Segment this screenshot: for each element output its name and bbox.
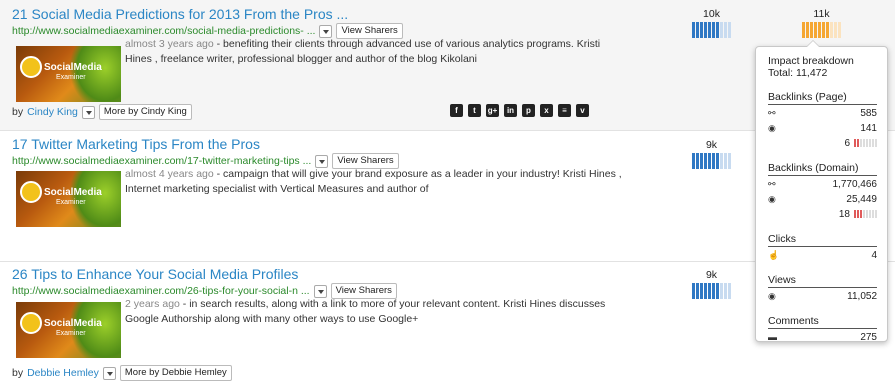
views-heading: Views bbox=[768, 274, 877, 288]
views-row: ◉ 11,052 bbox=[768, 290, 877, 302]
result-url[interactable]: http://www.socialmediaexaminer.com/26-ti… bbox=[12, 285, 310, 297]
result-title[interactable]: 26 Tips to Enhance Your Social Media Pro… bbox=[12, 266, 298, 282]
result-snippet: almost 3 years ago - benefiting their cl… bbox=[125, 38, 601, 65]
impact-breakdown-popup: Impact breakdown Total: 11,472 Backlinks… bbox=[755, 40, 888, 343]
eye-icon: ◉ bbox=[768, 290, 776, 301]
result-thumbnail[interactable]: SocialMedia Examiner bbox=[16, 46, 121, 102]
hand-pointer-icon: ☝ bbox=[768, 249, 780, 260]
linkedin-icon[interactable]: in bbox=[504, 104, 517, 117]
result-thumbnail[interactable]: SocialMedia Examiner bbox=[16, 171, 121, 227]
author-link[interactable]: Cindy King bbox=[27, 106, 78, 118]
author-link[interactable]: Debbie Hemley bbox=[27, 367, 99, 379]
backlinks-domain-other: 18 bbox=[768, 207, 877, 221]
metric-blue[interactable]: 9k bbox=[692, 269, 731, 299]
link-icon: ⚯ bbox=[768, 178, 776, 189]
play-icon: ◉ bbox=[768, 122, 776, 133]
more-by-author-button[interactable]: More by Cindy King bbox=[98, 104, 192, 120]
xing-icon[interactable]: x bbox=[540, 104, 553, 117]
result-snippet: 2 years ago - in search results, along w… bbox=[125, 298, 606, 325]
byline: by Cindy King More by Cindy King bbox=[12, 104, 192, 120]
clicks-row: ☝ 4 bbox=[768, 249, 877, 261]
comments-row: ▬ 275 bbox=[768, 331, 877, 343]
buffer-icon[interactable]: ≡ bbox=[558, 104, 571, 117]
logo-icon bbox=[20, 312, 42, 334]
result-url[interactable]: http://www.socialmediaexaminer.com/17-tw… bbox=[12, 155, 311, 167]
result-thumbnail[interactable]: SocialMedia Examiner bbox=[16, 302, 121, 358]
backlinks-page-other: 6 bbox=[768, 136, 877, 150]
mini-bars bbox=[854, 210, 877, 218]
metric-bars bbox=[692, 283, 731, 299]
more-by-author-button[interactable]: More by Debbie Hemley bbox=[119, 365, 232, 381]
google-plus-icon[interactable]: g+ bbox=[486, 104, 499, 117]
result-title[interactable]: 21 Social Media Predictions for 2013 Fro… bbox=[12, 6, 348, 22]
facebook-icon[interactable]: f bbox=[450, 104, 463, 117]
share-icons: f t g+ in p x ≡ v bbox=[450, 104, 589, 117]
popup-total: Total: 11,472 bbox=[768, 67, 828, 79]
metric-blue[interactable]: 9k bbox=[692, 139, 731, 169]
result-snippet: almost 4 years ago - campaign that will … bbox=[125, 168, 622, 195]
logo-icon bbox=[20, 56, 42, 78]
url-dropdown-button[interactable] bbox=[313, 284, 327, 298]
mini-bars bbox=[854, 139, 877, 147]
metric-orange[interactable]: 11k bbox=[802, 8, 841, 38]
popup-title: Impact breakdown bbox=[768, 55, 854, 67]
backlinks-domain-heading: Backlinks (Domain) bbox=[768, 162, 877, 176]
author-dropdown-button[interactable] bbox=[81, 105, 95, 119]
backlinks-page-pages: ◉ 141 bbox=[768, 122, 877, 134]
logo-icon bbox=[20, 181, 42, 203]
metric-blue[interactable]: 10k bbox=[692, 8, 731, 38]
backlinks-page-links: ⚯ 585 bbox=[768, 107, 877, 119]
metric-bars bbox=[802, 22, 841, 38]
author-dropdown-button[interactable] bbox=[102, 366, 116, 380]
result-title[interactable]: 17 Twitter Marketing Tips From the Pros bbox=[12, 136, 260, 152]
link-icon: ⚯ bbox=[768, 107, 776, 118]
result-date: almost 4 years ago bbox=[125, 168, 214, 180]
url-dropdown-button[interactable] bbox=[319, 24, 333, 38]
result-date: almost 3 years ago bbox=[125, 38, 214, 50]
backlinks-domain-links: ⚯ 1,770,466 bbox=[768, 178, 877, 190]
result-url[interactable]: http://www.socialmediaexaminer.com/socia… bbox=[12, 25, 315, 37]
play-icon: ◉ bbox=[768, 193, 776, 204]
result-date: 2 years ago bbox=[125, 298, 180, 310]
metric-bars bbox=[692, 22, 731, 38]
url-dropdown-button[interactable] bbox=[315, 154, 329, 168]
comments-icon: ▬ bbox=[768, 332, 777, 342]
clicks-heading: Clicks bbox=[768, 233, 877, 247]
pinterest-icon[interactable]: p bbox=[522, 104, 535, 117]
backlinks-page-heading: Backlinks (Page) bbox=[768, 91, 877, 105]
metric-bars bbox=[692, 153, 731, 169]
comments-heading: Comments bbox=[768, 315, 877, 329]
byline: by Debbie Hemley More by Debbie Hemley bbox=[12, 365, 232, 381]
pocket-icon[interactable]: v bbox=[576, 104, 589, 117]
twitter-icon[interactable]: t bbox=[468, 104, 481, 117]
backlinks-domain-pages: ◉ 25,449 bbox=[768, 193, 877, 205]
